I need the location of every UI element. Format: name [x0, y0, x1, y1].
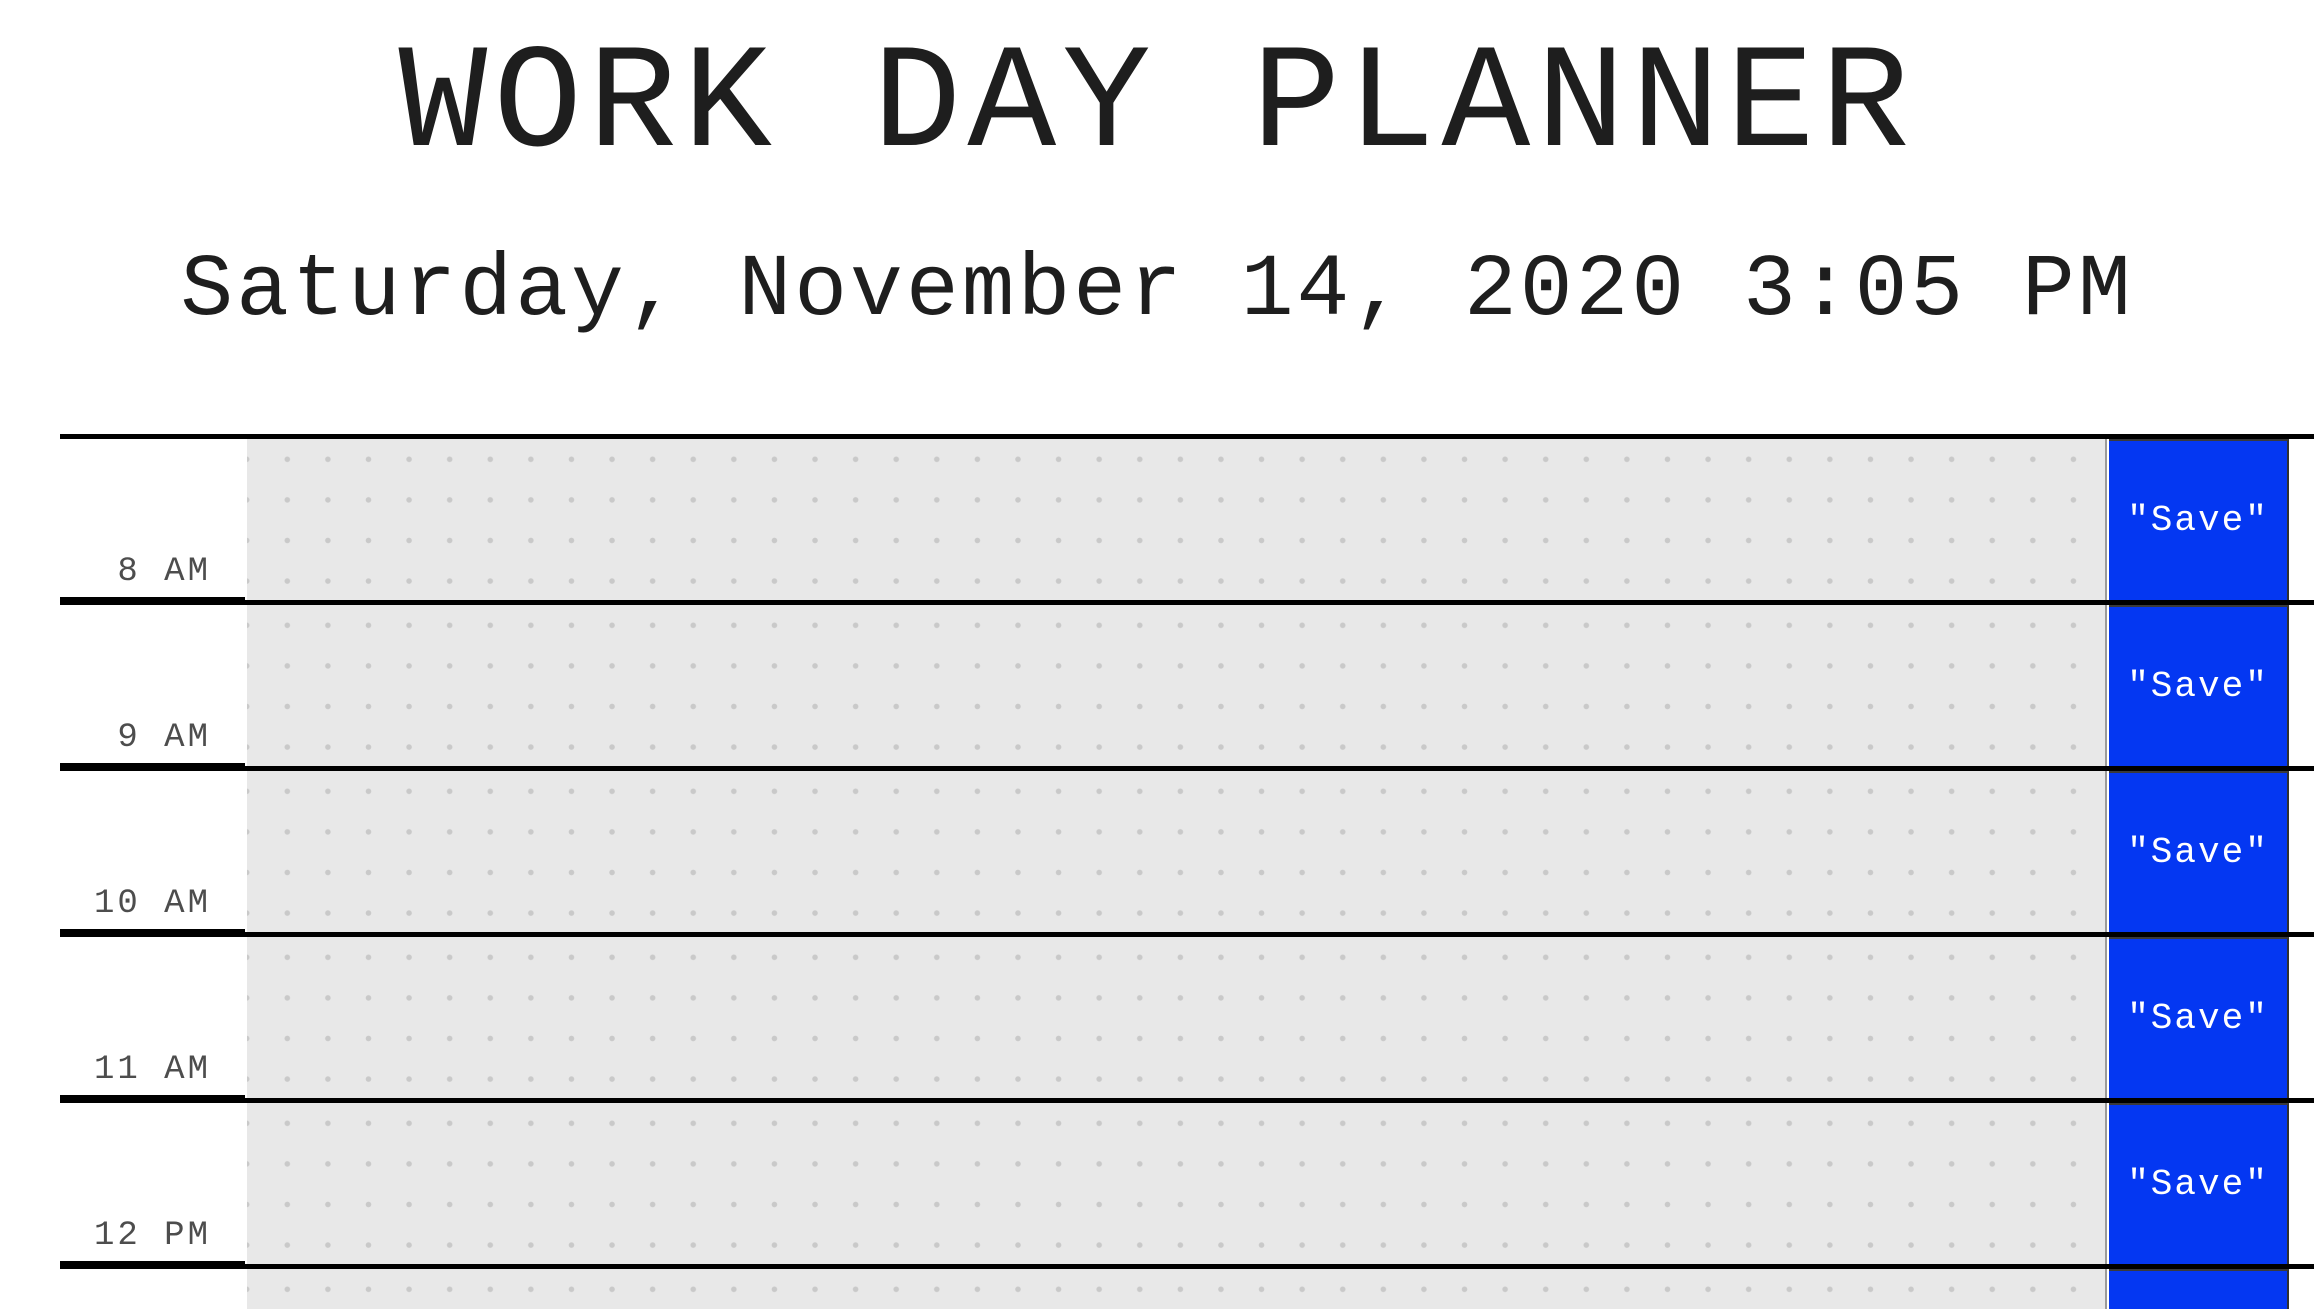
event-description-input[interactable]: [247, 771, 2107, 932]
time-block-row: 8 AM "Save": [60, 434, 2314, 604]
time-block-row: 11 AM "Save": [60, 932, 2314, 1102]
time-block-row: 10 AM "Save": [60, 766, 2314, 936]
time-block-row: 9 AM "Save": [60, 600, 2314, 770]
hour-label: 12 PM: [93, 1217, 211, 1255]
save-button[interactable]: "Save": [2109, 771, 2289, 932]
time-block-row-partial: [60, 1264, 2314, 1309]
save-button[interactable]: [2109, 1269, 2289, 1309]
hour-label: 10 AM: [93, 885, 211, 923]
hour-cell: 9 AM: [60, 605, 245, 770]
event-description-input[interactable]: [247, 1103, 2107, 1264]
current-date-time: Saturday, November 14, 2020 3:05 PM: [180, 242, 2134, 341]
time-block-list: 8 AM "Save" 9 AM "Save" 10 AM "Save" 11 …: [60, 434, 2314, 1309]
event-description-input[interactable]: [247, 439, 2107, 600]
hour-cell: 8 AM: [60, 439, 245, 604]
hour-cell: 12 PM: [60, 1103, 245, 1268]
save-button[interactable]: "Save": [2109, 1103, 2289, 1264]
save-button[interactable]: "Save": [2109, 605, 2289, 766]
save-button[interactable]: "Save": [2109, 937, 2289, 1098]
event-description-input[interactable]: [247, 1269, 2107, 1309]
page-title: WORK DAY PLANNER: [398, 23, 1916, 190]
event-description-input[interactable]: [247, 937, 2107, 1098]
hour-cell: 11 AM: [60, 937, 245, 1102]
hour-label: 11 AM: [93, 1051, 211, 1089]
time-block-row: 12 PM "Save": [60, 1098, 2314, 1268]
event-description-input[interactable]: [247, 605, 2107, 766]
hour-label: 8 AM: [117, 553, 211, 591]
hour-cell: 10 AM: [60, 771, 245, 936]
hour-label: 9 AM: [117, 719, 211, 757]
save-button[interactable]: "Save": [2109, 439, 2289, 600]
